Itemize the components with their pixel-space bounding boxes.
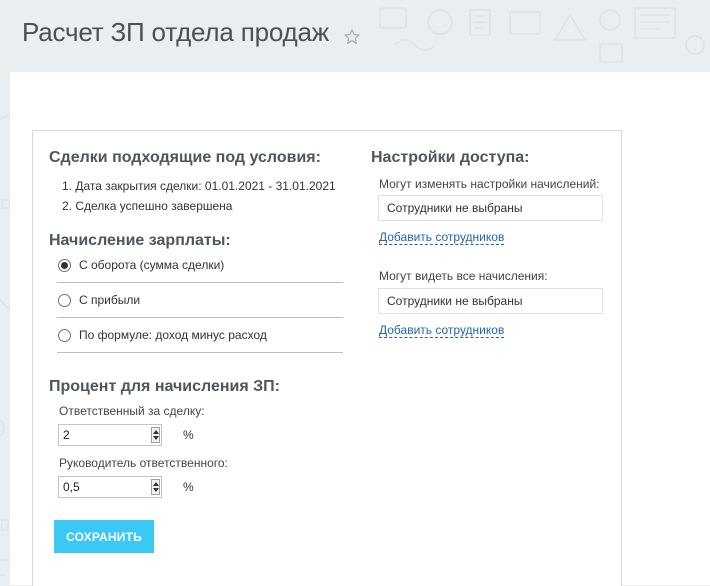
- number-spinner[interactable]: [151, 479, 160, 495]
- conditions-heading: Сделки подходящие под условия:: [49, 149, 321, 166]
- percent-heading: Процент для начисления ЗП:: [49, 378, 280, 395]
- edit-access-selector[interactable]: Сотрудники не выбраны: [378, 195, 603, 221]
- radio-button-checked[interactable]: [58, 258, 71, 272]
- caret-down-icon[interactable]: [153, 488, 159, 492]
- workarea: Сделки подходящие под условия: 1. Дата з…: [10, 72, 710, 586]
- settings-form: Сделки подходящие под условия: 1. Дата з…: [32, 130, 622, 586]
- radio-button[interactable]: [58, 293, 71, 307]
- star-outline-icon[interactable]: [343, 28, 361, 46]
- condition-item: 2. Сделка успешно завершена: [62, 199, 233, 213]
- manager-label: Руководитель ответственного:: [59, 456, 228, 470]
- responsible-label: Ответственный за сделку:: [59, 404, 205, 418]
- responsible-percent-input[interactable]: 2: [58, 424, 162, 446]
- percent-unit: %: [183, 480, 194, 494]
- edit-access-label: Могут изменять настройки начислений:: [379, 177, 600, 191]
- percent-unit: %: [183, 428, 194, 442]
- caret-up-icon[interactable]: [153, 430, 159, 434]
- radio-button[interactable]: [58, 328, 71, 342]
- caret-up-icon[interactable]: [153, 482, 159, 486]
- add-employees-link[interactable]: Добавить сотрудников: [379, 231, 505, 245]
- radio-label: С оборота (сумма сделки): [79, 258, 225, 272]
- view-access-label: Могут видеть все начисления:: [379, 269, 548, 283]
- caret-down-icon[interactable]: [153, 436, 159, 440]
- view-access-selector[interactable]: Сотрудники не выбраны: [378, 288, 603, 314]
- input-value: 0,5: [63, 480, 80, 494]
- radio-option-turnover[interactable]: С оборота (сумма сделки): [57, 248, 343, 283]
- access-heading: Настройки доступа:: [371, 149, 530, 166]
- radio-option-profit[interactable]: С прибыли: [57, 283, 343, 318]
- radio-option-formula[interactable]: По формуле: доход минус расход: [57, 318, 343, 353]
- condition-item: 1. Дата закрытия сделки: 01.01.2021 - 31…: [62, 179, 336, 193]
- conditions-list: 1. Дата закрытия сделки: 01.01.2021 - 31…: [62, 176, 336, 216]
- save-button[interactable]: СОХРАНИТЬ: [54, 520, 154, 553]
- manager-percent-input[interactable]: 0,5: [58, 476, 162, 498]
- add-employees-link[interactable]: Добавить сотрудников: [379, 324, 505, 338]
- radio-label: С прибыли: [79, 293, 141, 307]
- input-value: 2: [63, 428, 70, 442]
- page-title: Расчет ЗП отдела продаж: [22, 17, 329, 47]
- radio-label: По формуле: доход минус расход: [79, 328, 267, 342]
- number-spinner[interactable]: [151, 427, 160, 443]
